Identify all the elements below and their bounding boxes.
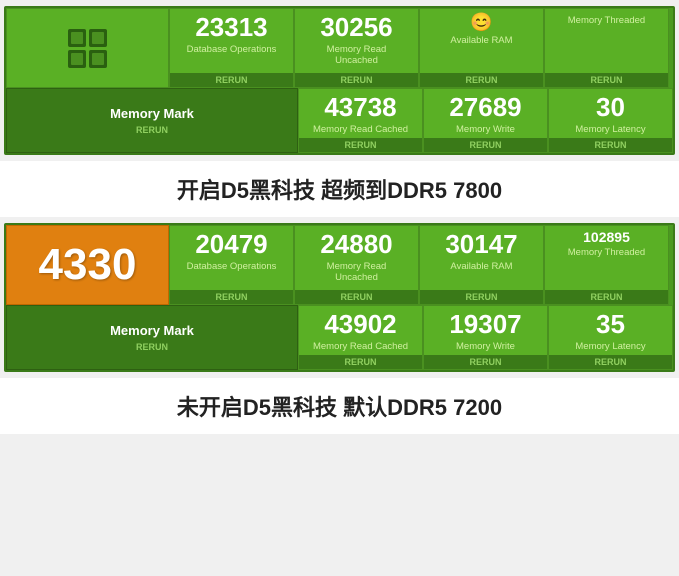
rerun-button[interactable]: RERUN (424, 138, 547, 152)
metric-value: 27689 (449, 93, 521, 122)
metric-latency-1: 30 Memory Latency RERUN (548, 88, 673, 153)
metric-value: 43738 (324, 93, 396, 122)
memory-mark-label: Memory Mark (110, 323, 194, 338)
metric-value: 24880 (320, 230, 392, 259)
rerun-button[interactable]: RERUN (295, 290, 418, 304)
panel2-score: 4330 (39, 240, 137, 290)
chip-icon (68, 29, 107, 68)
rerun-button[interactable]: RERUN (545, 73, 668, 87)
metric-mem-threaded-1: Memory Threaded RERUN (544, 8, 669, 88)
metric-mem-write-1: 27689 Memory Write RERUN (423, 88, 548, 153)
panel2-bottom-metrics: 43902 Memory Read Cached RERUN 19307 Mem… (298, 305, 673, 370)
metric-name: Database Operations (187, 261, 277, 272)
memory-mark-rerun[interactable]: RERUN (136, 125, 168, 135)
panel1: 23313 Database Operations RERUN 30256 Me… (4, 6, 675, 155)
metric-name: Memory Threaded (568, 15, 645, 26)
metric-value: 20479 (195, 230, 267, 259)
panel1-top-metrics: 23313 Database Operations RERUN 30256 Me… (169, 8, 669, 88)
metric-db-ops-2: 20479 Database Operations RERUN (169, 225, 294, 305)
metric-name: Memory Threaded (568, 247, 645, 258)
metric-name: Database Operations (187, 44, 277, 55)
metric-value: 19307 (449, 310, 521, 339)
metric-mem-read-uncached-2: 24880 Memory ReadUncached RERUN (294, 225, 419, 305)
rerun-button[interactable]: RERUN (420, 73, 543, 87)
metric-name: Memory Read Cached (313, 124, 408, 135)
metric-name: Memory Write (456, 341, 515, 352)
rerun-button[interactable]: RERUN (170, 290, 293, 304)
metric-name: Memory Read Cached (313, 341, 408, 352)
metric-avail-ram-2: 30147 Available RAM RERUN (419, 225, 544, 305)
metric-read-cached-2: 43902 Memory Read Cached RERUN (298, 305, 423, 370)
metric-value: 35 (596, 310, 625, 339)
metric-mem-write-2: 19307 Memory Write RERUN (423, 305, 548, 370)
separator1: 开启D5黑科技 超频到DDR5 7800 (0, 161, 679, 217)
metric-read-cached-1: 43738 Memory Read Cached RERUN (298, 88, 423, 153)
metric-value: 23313 (195, 13, 267, 42)
metric-mem-read-uncached-1: 30256 Memory ReadUncached RERUN (294, 8, 419, 88)
panel2-score-box: 4330 (6, 225, 169, 305)
metric-name: Memory ReadUncached (327, 44, 387, 67)
panel2: 4330 20479 Database Operations RERUN 248… (4, 223, 675, 372)
rerun-button[interactable]: RERUN (299, 355, 422, 369)
metric-avail-ram-1: 😊 Available RAM RERUN (419, 8, 544, 88)
metric-name: Memory Write (456, 124, 515, 135)
panel2-memory-mark: Memory Mark RERUN (6, 305, 298, 370)
metric-name: Available RAM (450, 261, 512, 272)
separator1-text: 开启D5黑科技 超频到DDR5 7800 (177, 178, 502, 203)
rerun-button[interactable]: RERUN (420, 290, 543, 304)
metric-value: 😊 (470, 13, 492, 33)
metric-name: Memory ReadUncached (327, 261, 387, 284)
separator2: 未开启D5黑科技 默认DDR5 7200 (0, 378, 679, 434)
panel2-left: 4330 (6, 225, 169, 305)
metric-db-ops-1: 23313 Database Operations RERUN (169, 8, 294, 88)
rerun-button[interactable]: RERUN (299, 138, 422, 152)
rerun-button[interactable]: RERUN (549, 355, 672, 369)
metric-latency-2: 35 Memory Latency RERUN (548, 305, 673, 370)
metric-mem-threaded-2: 102895 Memory Threaded RERUN (544, 225, 669, 305)
panel1-icon-area (6, 8, 169, 88)
metric-name: Memory Latency (575, 124, 645, 135)
metric-value: 30 (596, 93, 625, 122)
metric-name: Available RAM (450, 35, 512, 46)
metric-name: Memory Latency (575, 341, 645, 352)
panel1-left (6, 8, 169, 88)
panel1-bottom-metrics: 43738 Memory Read Cached RERUN 27689 Mem… (298, 88, 673, 153)
rerun-button[interactable]: RERUN (170, 73, 293, 87)
separator2-text: 未开启D5黑科技 默认DDR5 7200 (177, 395, 502, 420)
metric-value: 30256 (320, 13, 392, 42)
metric-value: 30147 (445, 230, 517, 259)
metric-value: 102895 (583, 230, 630, 245)
rerun-button[interactable]: RERUN (549, 138, 672, 152)
panel1-memory-mark: Memory Mark RERUN (6, 88, 298, 153)
memory-mark-label: Memory Mark (110, 106, 194, 121)
panel2-top-metrics: 20479 Database Operations RERUN 24880 Me… (169, 225, 669, 305)
rerun-button[interactable]: RERUN (424, 355, 547, 369)
metric-value: 43902 (324, 310, 396, 339)
memory-mark-rerun[interactable]: RERUN (136, 342, 168, 352)
rerun-button[interactable]: RERUN (545, 290, 668, 304)
rerun-button[interactable]: RERUN (295, 73, 418, 87)
